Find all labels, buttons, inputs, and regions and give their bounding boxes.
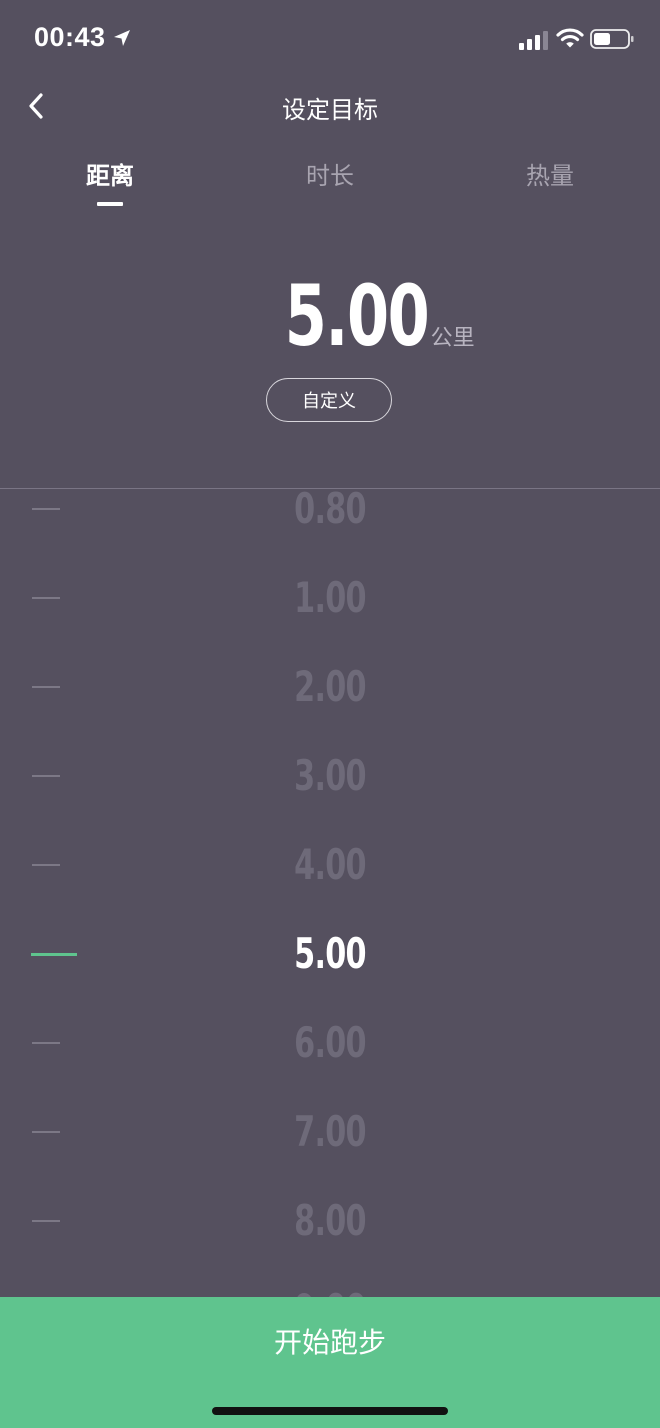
picker-tick-mark bbox=[32, 863, 60, 866]
tab-duration[interactable]: 时长 bbox=[240, 158, 420, 194]
picker-tick-mark bbox=[32, 685, 60, 688]
picker-option-label: 9.00 bbox=[92, 1265, 567, 1298]
goal-value: 5.00 bbox=[285, 267, 430, 365]
picker-tick-mark bbox=[32, 1041, 60, 1044]
wifi-icon bbox=[556, 28, 584, 48]
picker-tick-mark bbox=[32, 1219, 60, 1222]
picker-option[interactable]: 5.00 bbox=[0, 909, 660, 998]
picker-option[interactable]: 7.00 bbox=[0, 1087, 660, 1176]
start-run-label: 开始跑步 bbox=[273, 1326, 386, 1359]
battery-icon bbox=[590, 29, 634, 49]
custom-goal-button[interactable]: 自定义 bbox=[266, 378, 392, 422]
picker-tick-mark bbox=[32, 596, 60, 599]
page-title: 设定目标 bbox=[282, 96, 378, 124]
picker-option-label: 6.00 bbox=[294, 1017, 366, 1067]
tab-calories-label: 热量 bbox=[526, 162, 574, 190]
goal-display: 5.00公里 bbox=[0, 266, 660, 366]
picker-option[interactable]: 9.00 bbox=[0, 1265, 660, 1298]
picker-option[interactable]: 4.00 bbox=[0, 820, 660, 909]
picker-option-label: 2.00 bbox=[294, 661, 366, 711]
picker-option-label: 3.00 bbox=[294, 750, 366, 800]
picker-option[interactable]: 2.00 bbox=[0, 642, 660, 731]
home-indicator bbox=[212, 1407, 448, 1415]
status-time: 00:43 bbox=[34, 22, 106, 52]
cellular-signal-icon bbox=[519, 31, 548, 50]
picker-option[interactable]: 3.00 bbox=[0, 731, 660, 820]
picker-option-label: 8.00 bbox=[294, 1195, 366, 1245]
picker-option-label: 0.80 bbox=[294, 489, 366, 533]
picker-tick-mark bbox=[31, 952, 77, 956]
picker-option[interactable]: 8.00 bbox=[0, 1176, 660, 1265]
tab-distance-label: 距离 bbox=[86, 162, 134, 190]
goal-type-tabs: 距离 时长 热量 bbox=[0, 158, 660, 214]
picker-tick-mark bbox=[32, 507, 60, 510]
picker-tick-mark bbox=[32, 774, 60, 777]
picker-option-label: 7.00 bbox=[294, 1106, 366, 1156]
picker-option[interactable]: 0.80 bbox=[0, 489, 660, 553]
picker-option-label: 5.00 bbox=[294, 928, 366, 978]
status-bar: 00:43 bbox=[0, 0, 660, 80]
picker-tick-mark bbox=[32, 1130, 60, 1133]
picker-option[interactable]: 6.00 bbox=[0, 998, 660, 1087]
location-arrow-icon bbox=[114, 30, 130, 46]
tab-calories[interactable]: 热量 bbox=[460, 158, 640, 194]
picker-option-label: 1.00 bbox=[294, 572, 366, 622]
tab-duration-label: 时长 bbox=[306, 162, 354, 190]
tab-distance[interactable]: 距离 bbox=[20, 158, 200, 206]
tab-active-indicator bbox=[97, 202, 123, 206]
goal-unit: 公里 bbox=[430, 326, 475, 351]
nav-bar: 设定目标 bbox=[0, 80, 660, 134]
picker-option[interactable]: 1.00 bbox=[0, 553, 660, 642]
picker-option-label: 4.00 bbox=[294, 839, 366, 889]
distance-picker[interactable]: 0.80 1.00 2.00 3.00 4.00 5.00 6.00 7.00 8.00 9.00 bbox=[0, 489, 660, 1297]
